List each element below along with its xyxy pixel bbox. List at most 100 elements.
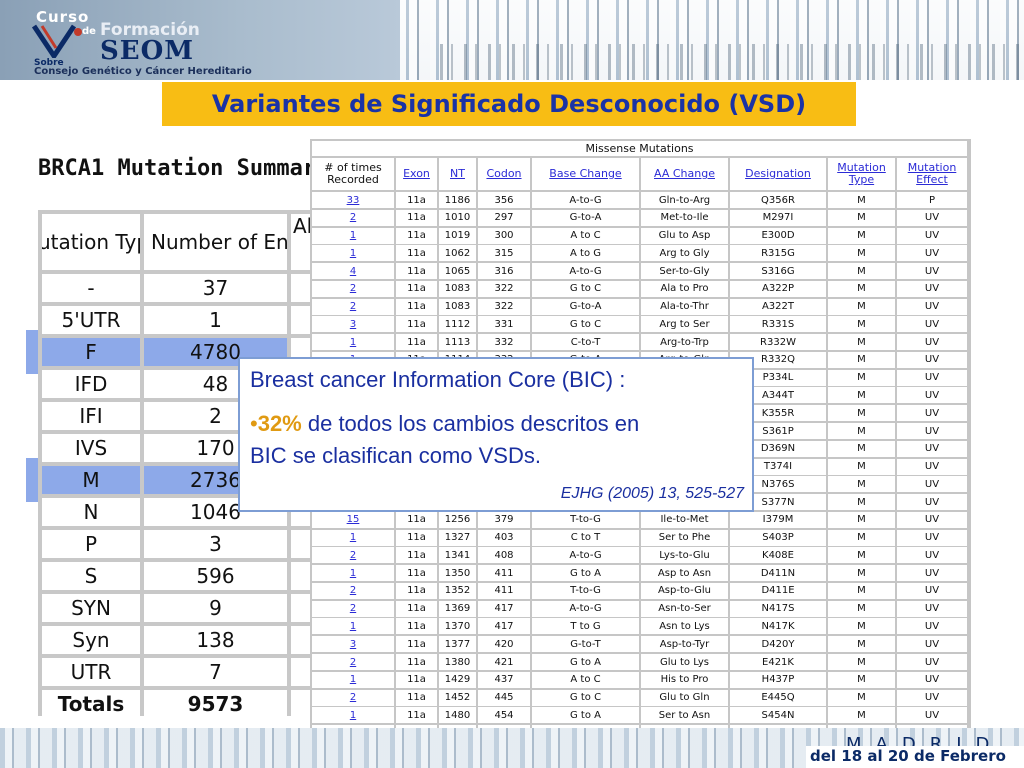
missense-header-7[interactable]: Mutation Type: [828, 158, 895, 190]
missense-cell-0[interactable]: 33: [312, 192, 394, 208]
missense-cell-4: G to A: [532, 707, 639, 724]
missense-cell-0[interactable]: 1: [312, 707, 394, 724]
missense-cell-0[interactable]: 1: [312, 227, 394, 244]
missense-cell-8: UV: [897, 334, 967, 351]
missense-cell-0[interactable]: 3: [312, 636, 394, 653]
callout-percentage: 32%: [257, 411, 302, 436]
missense-cell-4: A-to-G: [532, 547, 639, 564]
missense-cell-2: 1350: [439, 565, 476, 582]
missense-cell-6: E300D: [730, 227, 826, 244]
missense-cell-8: UV: [897, 494, 967, 511]
missense-cell-0[interactable]: 4: [312, 263, 394, 280]
missense-cell-0[interactable]: 2: [312, 547, 394, 564]
missense-cell-3: 411: [478, 565, 530, 582]
missense-cell-2: 1380: [439, 654, 476, 671]
missense-cell-8: UV: [897, 440, 967, 457]
summary-type-cell: IFD: [42, 370, 140, 398]
missense-header-1[interactable]: Exon: [396, 158, 437, 190]
missense-cell-0[interactable]: 1: [312, 671, 394, 688]
missense-cell-7: M: [828, 511, 895, 528]
missense-cell-2: 1256: [439, 511, 476, 528]
missense-cell-0[interactable]: 1: [312, 565, 394, 582]
missense-header-4[interactable]: Base Change: [532, 158, 639, 190]
missense-cell-4: T-to-G: [532, 511, 639, 528]
missense-cell-2: 1186: [439, 192, 476, 208]
summary-type-cell: SYN: [42, 594, 140, 622]
missense-cell-8: UV: [897, 351, 967, 368]
missense-cell-0[interactable]: 2: [312, 298, 394, 315]
missense-cell-3: 420: [478, 636, 530, 653]
missense-header-0: # of times Recorded: [312, 158, 394, 190]
missense-cell-4: G-to-A: [532, 298, 639, 315]
missense-cell-5: Ser to Asn: [641, 707, 728, 724]
missense-cell-2: 1352: [439, 582, 476, 599]
summary-type-cell: Totals: [42, 690, 140, 718]
summary-type-cell: -: [42, 274, 140, 302]
missense-cell-7: M: [828, 440, 895, 457]
missense-cell-5: Asp to Asn: [641, 565, 728, 582]
summary-type-cell: M: [42, 466, 140, 494]
missense-cell-8: UV: [897, 298, 967, 315]
missense-cell-3: 297: [478, 209, 530, 226]
missense-cell-3: 300: [478, 227, 530, 244]
missense-cell-0[interactable]: 3: [312, 316, 394, 333]
missense-header-5[interactable]: AA Change: [641, 158, 728, 190]
summary-total-cell: 138: [144, 626, 287, 654]
missense-cell-8: UV: [897, 582, 967, 599]
missense-cell-1: 11a: [396, 227, 437, 244]
missense-header-8[interactable]: Mutation Effect: [897, 158, 967, 190]
missense-cell-5: Arg to Gly: [641, 245, 728, 262]
missense-cell-8: UV: [897, 511, 967, 528]
missense-cell-0[interactable]: 1: [312, 334, 394, 351]
missense-cell-0[interactable]: 2: [312, 689, 394, 706]
missense-cell-0[interactable]: 15: [312, 511, 394, 528]
missense-cell-5: Gln-to-Arg: [641, 192, 728, 208]
missense-cell-1: 11a: [396, 529, 437, 546]
footer-dates: del 18 al 20 de Febrero: [810, 747, 1006, 765]
missense-cell-7: M: [828, 209, 895, 226]
callout-statement-line1: •32% de todos los cambios descritos en: [250, 411, 639, 437]
missense-cell-0[interactable]: 1: [312, 618, 394, 635]
missense-cell-4: G to A: [532, 565, 639, 582]
missense-cell-7: M: [828, 582, 895, 599]
missense-cell-7: M: [828, 192, 895, 208]
missense-cell-7: M: [828, 423, 895, 439]
missense-cell-0[interactable]: 2: [312, 654, 394, 671]
missense-cell-0[interactable]: 1: [312, 529, 394, 546]
missense-cell-4: A-to-G: [532, 263, 639, 280]
missense-header-2[interactable]: NT: [439, 158, 476, 190]
missense-cell-8: P: [897, 192, 967, 208]
missense-cell-7: M: [828, 227, 895, 244]
missense-cell-0[interactable]: 1: [312, 245, 394, 262]
missense-cell-6: E421K: [730, 654, 826, 671]
missense-cell-6: R315G: [730, 245, 826, 262]
missense-cell-5: Asn-to-Ser: [641, 600, 728, 617]
missense-cell-8: UV: [897, 423, 967, 439]
missense-cell-4: C to T: [532, 529, 639, 546]
logo-seom-text: SEOM: [100, 36, 195, 66]
missense-cell-0[interactable]: 2: [312, 600, 394, 617]
missense-cell-0[interactable]: 2: [312, 209, 394, 226]
missense-cell-2: 1113: [439, 334, 476, 351]
missense-cell-4: G to C: [532, 280, 639, 297]
missense-cell-5: Ala-to-Thr: [641, 298, 728, 315]
missense-cell-1: 11a: [396, 511, 437, 528]
missense-cell-7: M: [828, 476, 895, 493]
missense-cell-0[interactable]: 2: [312, 280, 394, 297]
missense-header-6[interactable]: Designation: [730, 158, 826, 190]
missense-cell-1: 11a: [396, 582, 437, 599]
missense-cell-4: A to C: [532, 671, 639, 688]
summary-type-cell: IFI: [42, 402, 140, 430]
missense-cell-6: Q356R: [730, 192, 826, 208]
missense-cell-5: Ile-to-Met: [641, 511, 728, 528]
missense-cell-7: M: [828, 280, 895, 297]
missense-cell-0[interactable]: 2: [312, 582, 394, 599]
missense-cell-5: Arg to Ser: [641, 316, 728, 333]
slide-title: Variantes de Significado Desconocido (VS…: [211, 90, 807, 118]
missense-cell-8: UV: [897, 387, 967, 404]
missense-header-3[interactable]: Codon: [478, 158, 530, 190]
missense-cell-2: 1369: [439, 600, 476, 617]
missense-cell-4: T to G: [532, 618, 639, 635]
missense-cell-6: K408E: [730, 547, 826, 564]
missense-cell-8: UV: [897, 707, 967, 724]
